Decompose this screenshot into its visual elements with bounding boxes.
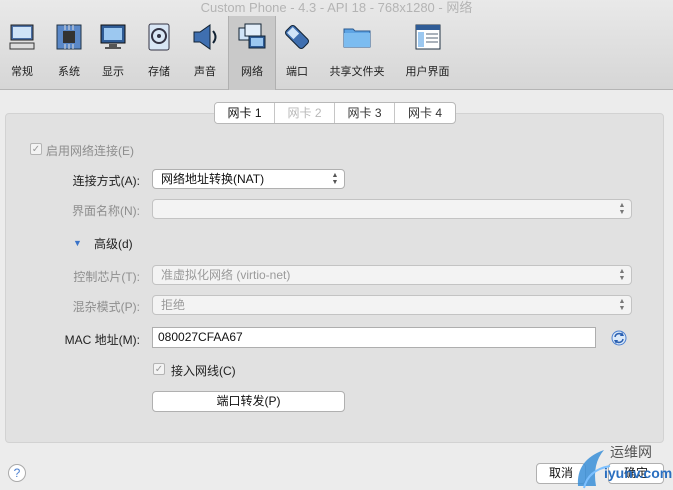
chevron-updown-icon: ▲ ▼ (331, 172, 339, 186)
toolbar-item-general[interactable]: 常规 (0, 16, 46, 90)
chevron-updown-icon: ▲ ▼ (618, 298, 626, 312)
toolbar-item-shared-folders[interactable]: 共享文件夹 (322, 16, 392, 90)
toolbar-label: 网络 (241, 66, 263, 78)
attach-select[interactable]: 网络地址转换(NAT) ▲ ▼ (152, 169, 345, 189)
promiscuous-value: 拒绝 (161, 298, 186, 312)
tab-adapter-3[interactable]: 网卡 3 (335, 103, 395, 123)
tab-adapter-2[interactable]: 网卡 2 (275, 103, 335, 123)
window-ui-icon (411, 20, 445, 54)
name-label: 界面名称(N): (72, 204, 140, 218)
disk-icon (142, 20, 176, 54)
attach-label: 连接方式(A): (72, 174, 140, 188)
watermark-logo: 运维网 iyunv.com (574, 440, 673, 490)
tab-adapter-1[interactable]: 网卡 1 (215, 103, 275, 123)
serial-port-icon (280, 20, 314, 54)
folder-icon (340, 20, 374, 54)
toolbar-item-display[interactable]: 显示 (89, 16, 137, 90)
window-title: Custom Phone - 4.3 - API 18 - 768x1280 -… (200, 0, 473, 15)
checkmark-icon: ✓ (31, 143, 41, 155)
refresh-mac-icon[interactable] (610, 329, 628, 350)
toolbar-label: 端口 (286, 66, 308, 78)
name-select[interactable]: ▲ ▼ (152, 199, 632, 219)
attach-value: 网络地址转换(NAT) (161, 172, 265, 186)
adapter-type-select[interactable]: 准虚拟化网络 (virtio-net) ▲ ▼ (152, 265, 632, 285)
chevron-updown-icon: ▲ ▼ (618, 202, 626, 216)
toolbar-label: 共享文件夹 (329, 66, 385, 78)
cable-connected-checkbox[interactable]: ✓ (153, 363, 165, 375)
toolbar-label: 存储 (148, 66, 170, 78)
enable-network-checkbox[interactable]: ✓ (30, 143, 42, 155)
toolbar: Custom Phone - 4.3 - API 18 - 768x1280 -… (0, 0, 673, 90)
toolbar-item-user-interface[interactable]: 用户界面 (400, 16, 455, 90)
monitor-computer-icon (5, 20, 39, 54)
tab-adapter-4[interactable]: 网卡 4 (395, 103, 455, 123)
toolbar-item-ports[interactable]: 端口 (273, 16, 321, 90)
help-button[interactable]: ? (8, 464, 26, 482)
display-icon (96, 20, 130, 54)
advanced-label[interactable]: 高级(d) (94, 235, 133, 252)
disclosure-triangle-icon[interactable]: ▼ (73, 238, 82, 248)
network-icon (235, 20, 269, 54)
toolbar-label: 显示 (102, 66, 124, 78)
promiscuous-select[interactable]: 拒绝 ▲ ▼ (152, 295, 632, 315)
promiscuous-label: 混杂模式(P): (72, 300, 140, 314)
chevron-updown-icon: ▲ ▼ (618, 268, 626, 282)
mac-label: MAC 地址(M): (64, 333, 140, 347)
port-forwarding-button[interactable]: 端口转发(P) (152, 391, 345, 412)
chip-icon (52, 20, 86, 54)
adapter-tabs: 网卡 1 网卡 2 网卡 3 网卡 4 (214, 102, 456, 124)
enable-network-label: 启用网络连接(E) (46, 144, 134, 158)
cable-connected-label: 接入网线(C) (171, 364, 236, 378)
toolbar-item-system[interactable]: 系统 (45, 16, 93, 90)
watermark-text: 运维网 (610, 444, 652, 460)
toolbar-label: 系统 (58, 66, 80, 78)
mac-address-field[interactable]: 080027CFAA67 (152, 327, 596, 348)
adapter-type-label: 控制芯片(T): (73, 270, 140, 284)
toolbar-label: 常规 (11, 66, 33, 78)
toolbar-item-audio[interactable]: 声音 (181, 16, 229, 90)
mac-address-value: 080027CFAA67 (158, 330, 243, 344)
watermark-subtext: iyunv.com (604, 465, 673, 481)
toolbar-item-network[interactable]: 网络 (228, 16, 276, 90)
speaker-icon (188, 20, 222, 54)
checkmark-icon: ✓ (154, 363, 164, 375)
toolbar-item-storage[interactable]: 存储 (135, 16, 183, 90)
toolbar-label: 声音 (194, 66, 216, 78)
toolbar-label: 用户界面 (405, 66, 450, 78)
adapter-type-value: 准虚拟化网络 (virtio-net) (161, 268, 291, 282)
